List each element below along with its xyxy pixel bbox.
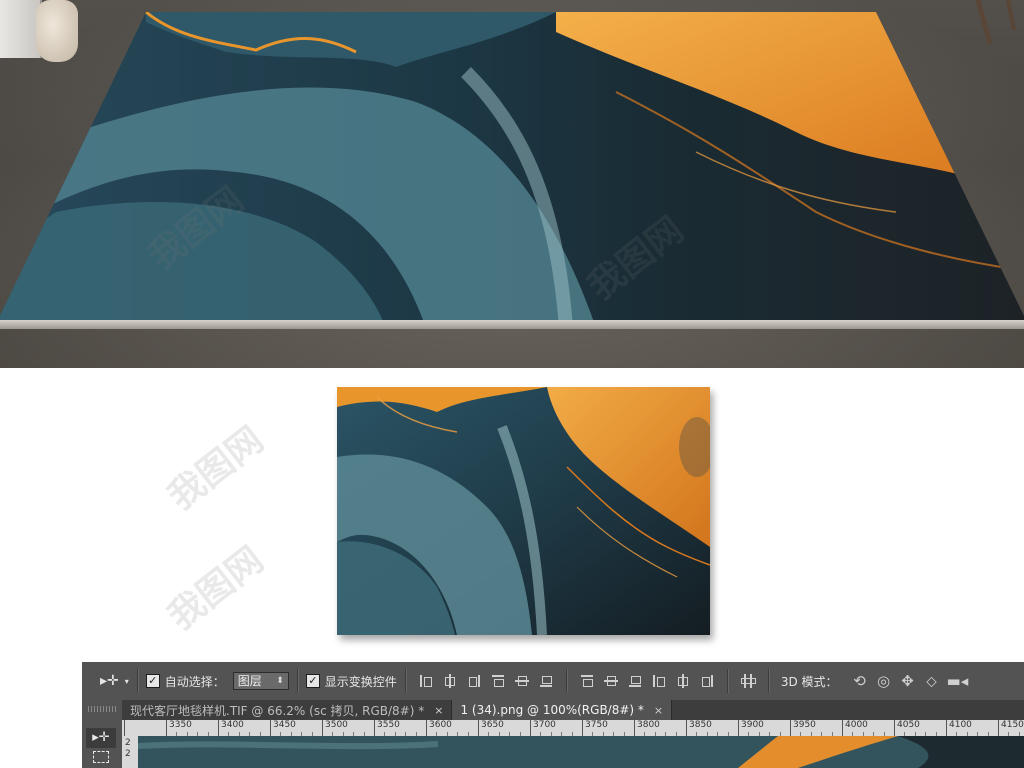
3d-orbit-icon[interactable]: ⟲ (851, 672, 869, 690)
divider (767, 669, 769, 693)
document-tab-active[interactable]: 1 (34).png @ 100%(RGB/8#) * × (452, 700, 673, 720)
ruler-tick-label: 3550 (374, 720, 400, 736)
vertical-ruler: 2 2 (122, 736, 139, 768)
chevron-updown-icon: ⬍ (276, 676, 284, 686)
close-icon[interactable]: × (434, 704, 443, 717)
watermark-text: 我图网 (160, 539, 272, 639)
ruler-tick-label: 3800 (634, 720, 660, 736)
show-transform-option[interactable]: ✓ 显示变换控件 (305, 662, 397, 700)
auto-select-option[interactable]: ✓ 自动选择： 图层 ⬍ (145, 662, 289, 700)
3d-camera-icon[interactable]: ▬◂ (947, 672, 969, 690)
chair-leg (975, 0, 1016, 44)
ruler-tick-label: 2 (125, 738, 131, 748)
align-top-edges-icon[interactable] (490, 673, 506, 689)
photoshop-window: ▸✛ ▾ ✓ 自动选择： 图层 ⬍ ✓ 显示变换控件 3D 模式： ⟲ ◎ ✥ … (82, 662, 1024, 768)
ruler-tick-label: 4150 (998, 720, 1024, 736)
rug-artwork (337, 387, 710, 635)
marquee-tool-icon[interactable] (86, 750, 116, 768)
document-tab[interactable]: 现代客厅地毯样机.TIF @ 66.2% (sc 拷贝, RGB/8#) * × (122, 700, 453, 720)
show-transform-label: 显示变换控件 (324, 674, 397, 689)
rug-edge (0, 320, 1024, 329)
panel-grip[interactable] (88, 706, 116, 712)
move-tool-icon: ▸✛ (100, 673, 119, 689)
tab-label: 现代客厅地毯样机.TIF @ 66.2% (sc 拷贝, RGB/8#) * (130, 703, 425, 718)
ruler-tick-label: 3900 (738, 720, 764, 736)
align-horizontal-centers-icon[interactable] (442, 673, 458, 689)
ruler-tick-label: 3950 (790, 720, 816, 736)
ruler-tick-label: 3850 (686, 720, 712, 736)
document-tabs: 现代客厅地毯样机.TIF @ 66.2% (sc 拷贝, RGB/8#) * ×… (122, 700, 1024, 720)
auto-select-label: 自动选择： (164, 674, 225, 689)
rug-flat-preview (337, 387, 710, 635)
ruler-tick-label: 3400 (218, 720, 244, 736)
ruler-tick-label: 3450 (270, 720, 296, 736)
auto-select-target-dropdown[interactable]: 图层 ⬍ (232, 672, 289, 690)
distribute-left-icon[interactable] (651, 673, 667, 689)
auto-align-layers-icon[interactable] (740, 673, 756, 689)
options-bar: ▸✛ ▾ ✓ 自动选择： 图层 ⬍ ✓ 显示变换控件 3D 模式： ⟲ ◎ ✥ … (82, 662, 1024, 701)
3d-slide-icon[interactable]: ⬦ (923, 672, 941, 690)
ruler-tick-label: 4050 (894, 720, 920, 736)
rug-perspective (0, 12, 1024, 328)
3d-drag-icon[interactable]: ✥ (899, 672, 917, 690)
move-tool-icon[interactable]: ▸✛ (86, 728, 116, 748)
distribute-right-icon[interactable] (699, 673, 715, 689)
distribute-vertical-centers-icon[interactable] (603, 673, 619, 689)
divider (296, 669, 298, 693)
canvas-artwork (138, 736, 1024, 768)
horizontal-ruler: 3350 3400 3450 3500 3550 3600 3650 3700 3750 3800… (122, 720, 1024, 737)
ruler-zero-tick (124, 720, 127, 736)
ruler-tick-label: 3500 (322, 720, 348, 736)
ruler-tick-label: 4000 (842, 720, 868, 736)
divider (404, 669, 406, 693)
close-icon[interactable]: × (654, 704, 663, 717)
ruler-tick-label: 3350 (166, 720, 192, 736)
chevron-down-icon: ▾ (124, 676, 129, 686)
tools-panel: ▸✛ (82, 700, 123, 768)
distribute-top-icon[interactable] (579, 673, 595, 689)
3d-roll-icon[interactable]: ◎ (875, 672, 893, 690)
distribute-bottom-icon[interactable] (627, 673, 643, 689)
3d-mode-label: 3D 模式： (780, 674, 838, 689)
move-tool-preset[interactable]: ▸✛ ▾ (100, 662, 129, 700)
room-mockup-image (0, 0, 1024, 368)
ruler-tick-label: 2 (125, 749, 131, 759)
document-canvas[interactable] (138, 736, 1024, 768)
align-right-edges-icon[interactable] (466, 673, 482, 689)
align-left-edges-icon[interactable] (418, 673, 434, 689)
auto-select-target-value: 图层 (237, 674, 262, 688)
align-bottom-edges-icon[interactable] (538, 673, 554, 689)
ruler-tick-label: 3700 (530, 720, 556, 736)
ruler-tick-label: 3750 (582, 720, 608, 736)
ruler-tick-label: 3650 (478, 720, 504, 736)
distribute-horizontal-centers-icon[interactable] (675, 673, 691, 689)
align-vertical-centers-icon[interactable] (514, 673, 530, 689)
ruler-tick-label: 3600 (426, 720, 452, 736)
auto-select-checkbox[interactable]: ✓ (145, 674, 160, 688)
divider (136, 669, 138, 693)
watermark-text: 我图网 (160, 419, 272, 519)
show-transform-checkbox[interactable]: ✓ (305, 674, 320, 688)
ruler-tick-label: 4100 (946, 720, 972, 736)
tab-label: 1 (34).png @ 100%(RGB/8#) * (460, 703, 644, 717)
divider (565, 669, 567, 693)
divider (726, 669, 728, 693)
vase (36, 0, 78, 62)
